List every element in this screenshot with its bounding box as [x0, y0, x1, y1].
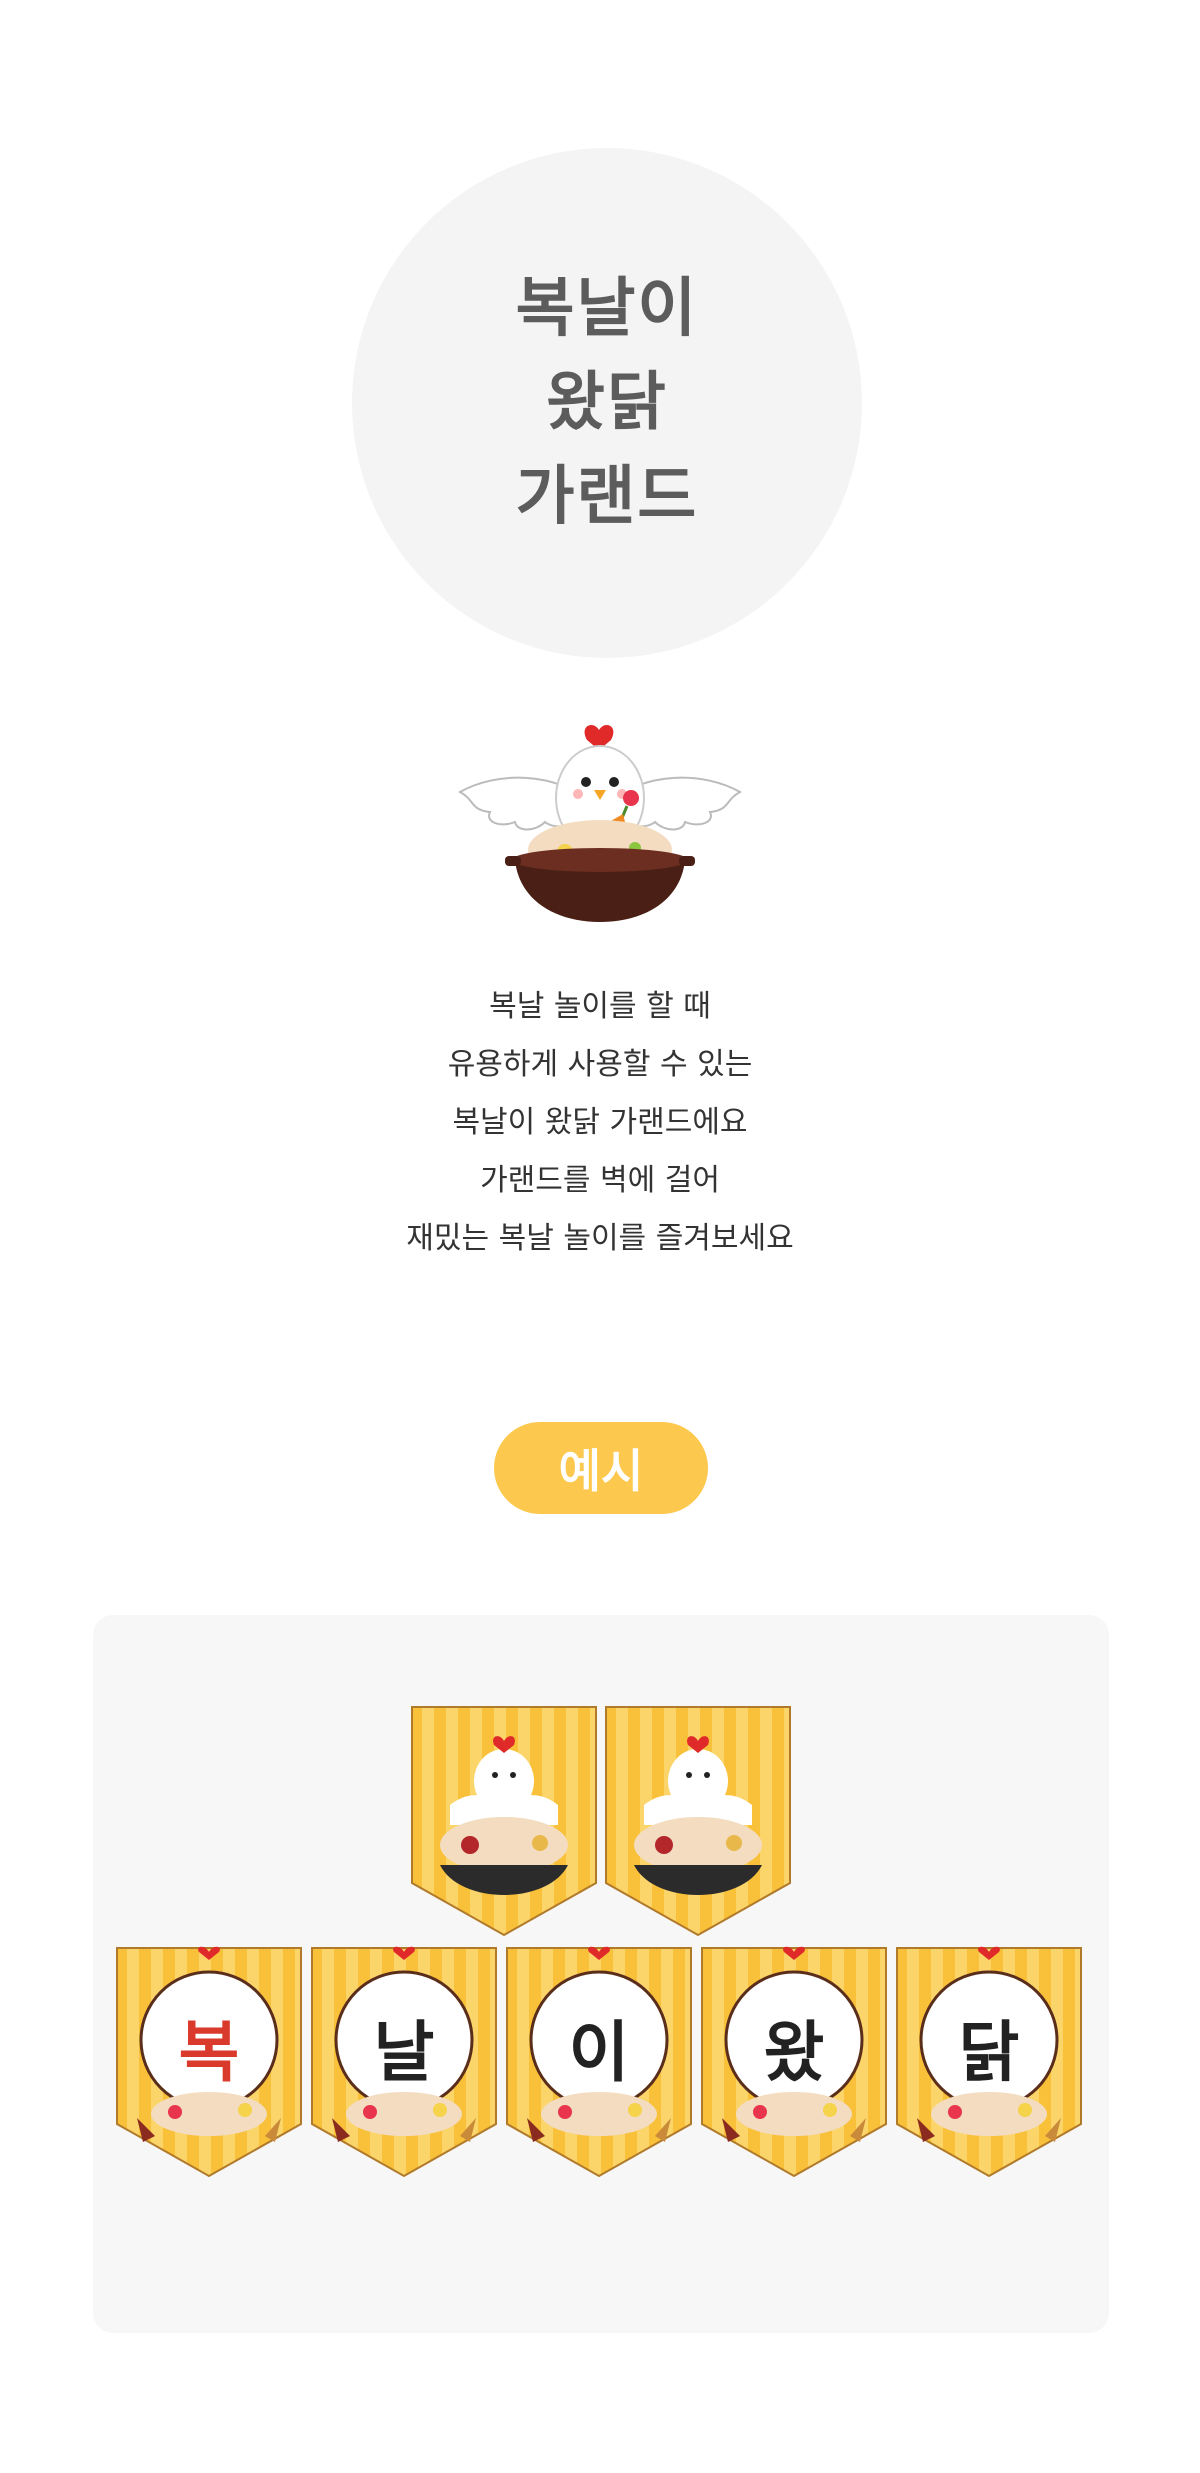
garland-flag-letter: 복 [115, 1946, 303, 2180]
description: 복날 놀이를 할 때 유용하게 사용할 수 있는 복날이 왔닭 가랜드에요 가랜… [0, 978, 1200, 1268]
example-label: 예시 [494, 1422, 708, 1514]
description-line-2: 유용하게 사용할 수 있는 [447, 1047, 753, 1082]
title-line-2: 왔닭 [546, 366, 668, 440]
description-line-1: 복날 놀이를 할 때 [489, 989, 711, 1024]
title-line-3: 가랜드 [515, 460, 699, 534]
garland-flag-chicken-2 [604, 1705, 792, 1939]
title-line-1: 복날이 [515, 272, 699, 346]
garland-flag-letter: 왔 [700, 1946, 888, 2180]
garland-flag-letter: 이 [505, 1946, 693, 2180]
title-circle: 복날이 왔닭 가랜드 [352, 148, 862, 658]
chicken-in-pot-illustration [455, 710, 745, 930]
garland-letter: 이 [568, 2014, 630, 2091]
garland-letter: 복 [178, 2014, 240, 2091]
garland-letter: 닭 [958, 2014, 1020, 2091]
garland-flag-letter: 날 [310, 1946, 498, 2180]
garland-flag-letter: 닭 [895, 1946, 1083, 2180]
description-line-5: 재밌는 복날 놀이를 즐겨보세요 [406, 1221, 794, 1256]
garland-letter: 날 [373, 2014, 435, 2091]
description-line-4: 가랜드를 벽에 걸어 [480, 1163, 720, 1198]
garland-letter: 왔 [763, 2014, 825, 2091]
garland-flag-chicken-1 [410, 1705, 598, 1939]
description-line-3: 복날이 왔닭 가랜드에요 [452, 1105, 748, 1140]
